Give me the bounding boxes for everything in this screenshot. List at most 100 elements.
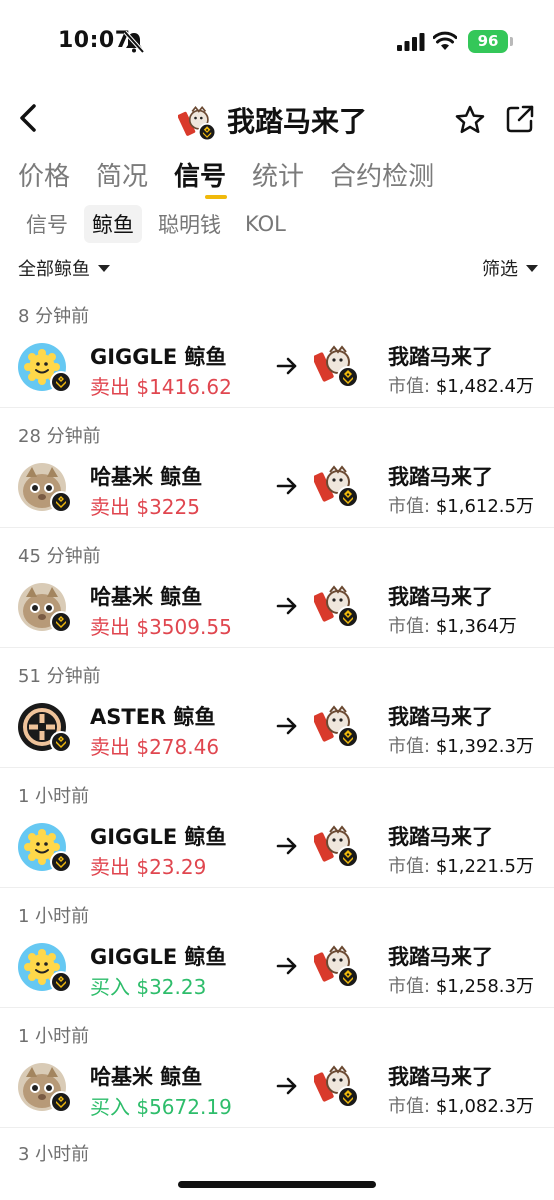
bnb-chain-icon bbox=[50, 1091, 72, 1113]
market-cap-value: $1,258.3万 bbox=[435, 976, 534, 997]
trade-action: 买入 bbox=[90, 1095, 130, 1119]
whale-name: GIGGLE 鲸鱼 bbox=[90, 945, 227, 969]
token-logo-icon bbox=[314, 345, 359, 388]
token-logo-icon bbox=[314, 945, 359, 988]
whale-name: 哈基米 鲸鱼 bbox=[90, 465, 203, 489]
arrow-right-icon bbox=[276, 717, 297, 735]
bnb-chain-icon bbox=[50, 611, 72, 633]
status-time: 10:07 bbox=[58, 28, 131, 53]
trade-amount: 买入 $5672.19 bbox=[90, 1091, 232, 1120]
subtab-signals[interactable]: 信号 bbox=[18, 205, 76, 243]
arrow-right-icon bbox=[276, 477, 297, 495]
trade-action: 卖出 bbox=[90, 855, 130, 879]
market-cap-label: 市值: bbox=[388, 736, 431, 757]
signal-item[interactable]: 1 小时前 GIGGLE 鲸鱼 买入 $32.23 我踏马来了 市值: $1,2… bbox=[0, 888, 554, 1008]
signal-item[interactable]: 51 分钟前 ASTER 鲸鱼 卖出 $278.46 我踏马来了 市值: $1,… bbox=[0, 648, 554, 768]
trade-amount: 卖出 $3509.55 bbox=[90, 611, 232, 640]
bnb-chain-icon bbox=[50, 491, 72, 513]
tab-price[interactable]: 价格 bbox=[18, 156, 70, 200]
trade-amount: 卖出 $3225 bbox=[90, 491, 200, 520]
trade-value: $23.29 bbox=[136, 855, 207, 879]
whale-name: 哈基米 鲸鱼 bbox=[90, 585, 203, 609]
arrow-right-icon bbox=[276, 1077, 297, 1095]
token-logo-icon bbox=[178, 105, 217, 142]
trade-value: $3225 bbox=[136, 495, 200, 519]
market-cap-value: $1,221.5万 bbox=[435, 856, 534, 877]
caret-down-icon bbox=[98, 264, 110, 272]
trade-action: 买入 bbox=[90, 975, 130, 999]
status-bar: 10:07 96 bbox=[0, 0, 554, 80]
arrow-right-icon bbox=[276, 837, 297, 855]
arrow-right-icon bbox=[276, 597, 297, 615]
market-cap: 市值: $1,258.3万 bbox=[388, 972, 534, 998]
bnb-chain-icon bbox=[50, 971, 72, 993]
market-cap: 市值: $1,482.4万 bbox=[388, 372, 534, 398]
battery-tip bbox=[510, 37, 513, 46]
item-time: 1 小时前 bbox=[18, 1026, 90, 1047]
item-time: 8 分钟前 bbox=[18, 306, 90, 327]
arrow-right-icon bbox=[276, 357, 297, 375]
token-name: 我踏马来了 bbox=[388, 945, 493, 969]
item-time: 1 小时前 bbox=[18, 786, 90, 807]
item-time: 51 分钟前 bbox=[18, 666, 101, 687]
share-button[interactable] bbox=[505, 104, 535, 134]
trade-value: $3509.55 bbox=[136, 615, 232, 639]
trade-amount: 卖出 $1416.62 bbox=[90, 371, 232, 400]
market-cap-label: 市值: bbox=[388, 1096, 431, 1117]
token-name: 我踏马来了 bbox=[388, 465, 493, 489]
token-name: 我踏马来了 bbox=[388, 825, 493, 849]
market-cap-value: $1,392.3万 bbox=[435, 736, 534, 757]
token-logo-icon bbox=[314, 705, 359, 748]
market-cap: 市值: $1,612.5万 bbox=[388, 492, 534, 518]
filter-row: 全部鲸鱼 筛选 bbox=[18, 255, 538, 283]
signal-item[interactable]: 8 分钟前 GIGGLE 鲸鱼 卖出 $1416.62 我踏马来了 市值: $1… bbox=[0, 288, 554, 408]
subtab-kol[interactable]: KOL bbox=[237, 208, 294, 240]
trade-action: 卖出 bbox=[90, 375, 130, 399]
trade-value: $5672.19 bbox=[136, 1095, 232, 1119]
whale-name: ASTER 鲸鱼 bbox=[90, 705, 216, 729]
market-cap: 市值: $1,082.3万 bbox=[388, 1092, 534, 1118]
signal-item[interactable]: 1 小时前 哈基米 鲸鱼 买入 $5672.19 我踏马来了 市值: $1,08… bbox=[0, 1008, 554, 1128]
trade-amount: 买入 $32.23 bbox=[90, 971, 206, 1000]
whale-type-dropdown[interactable]: 全部鲸鱼 bbox=[18, 255, 110, 281]
tab-signals[interactable]: 信号 bbox=[174, 156, 228, 200]
signal-item[interactable]: 28 分钟前 哈基米 鲸鱼 卖出 $3225 我踏马来了 市值: $1,612.… bbox=[0, 408, 554, 528]
home-indicator[interactable] bbox=[178, 1181, 376, 1188]
bell-muted-icon bbox=[124, 31, 144, 53]
tab-overview[interactable]: 简况 bbox=[96, 156, 148, 200]
filter-dropdown[interactable]: 筛选 bbox=[482, 255, 538, 281]
subtab-smart-money[interactable]: 聪明钱 bbox=[150, 205, 229, 243]
whale-signal-list: 8 分钟前 GIGGLE 鲸鱼 卖出 $1416.62 我踏马来了 市值: $1… bbox=[0, 288, 554, 1128]
filter-label: 筛选 bbox=[482, 259, 518, 280]
item-time: 45 分钟前 bbox=[18, 546, 101, 567]
arrow-right-icon bbox=[276, 957, 297, 975]
signal-item[interactable]: 1 小时前 GIGGLE 鲸鱼 卖出 $23.29 我踏马来了 市值: $1,2… bbox=[0, 768, 554, 888]
whale-name: 哈基米 鲸鱼 bbox=[90, 1065, 203, 1089]
item-time-partial: 3 小时前 bbox=[18, 1144, 90, 1165]
signal-item[interactable]: 45 分钟前 哈基米 鲸鱼 卖出 $3509.55 我踏马来了 市值: $1,3… bbox=[0, 528, 554, 648]
main-tabs: 价格 简况 信号 统计 合约检测 bbox=[18, 156, 460, 200]
token-logo-icon bbox=[314, 1065, 359, 1108]
item-time: 1 小时前 bbox=[18, 906, 90, 927]
token-name: 我踏马来了 bbox=[388, 705, 493, 729]
token-name: 我踏马来了 bbox=[388, 585, 493, 609]
page-title: 我踏马来了 bbox=[227, 105, 368, 138]
token-name: 我踏马来了 bbox=[388, 1065, 493, 1089]
tab-stats[interactable]: 统计 bbox=[252, 156, 304, 200]
wifi-icon bbox=[433, 31, 457, 50]
trade-action: 卖出 bbox=[90, 615, 130, 639]
subtab-whales[interactable]: 鲸鱼 bbox=[84, 205, 142, 243]
caret-down-icon bbox=[526, 264, 538, 272]
market-cap-value: $1,482.4万 bbox=[435, 376, 534, 397]
sub-tabs: 信号 鲸鱼 聪明钱 KOL bbox=[18, 205, 302, 243]
token-name: 我踏马来了 bbox=[388, 345, 493, 369]
favorite-star-button[interactable] bbox=[454, 104, 486, 136]
whale-type-label: 全部鲸鱼 bbox=[18, 259, 90, 280]
back-button[interactable] bbox=[14, 100, 46, 136]
market-cap-label: 市值: bbox=[388, 976, 431, 997]
cellular-signal-icon bbox=[397, 33, 425, 51]
market-cap-label: 市值: bbox=[388, 616, 431, 637]
tab-contract-check[interactable]: 合约检测 bbox=[330, 156, 434, 200]
trade-action: 卖出 bbox=[90, 495, 130, 519]
market-cap-label: 市值: bbox=[388, 376, 431, 397]
